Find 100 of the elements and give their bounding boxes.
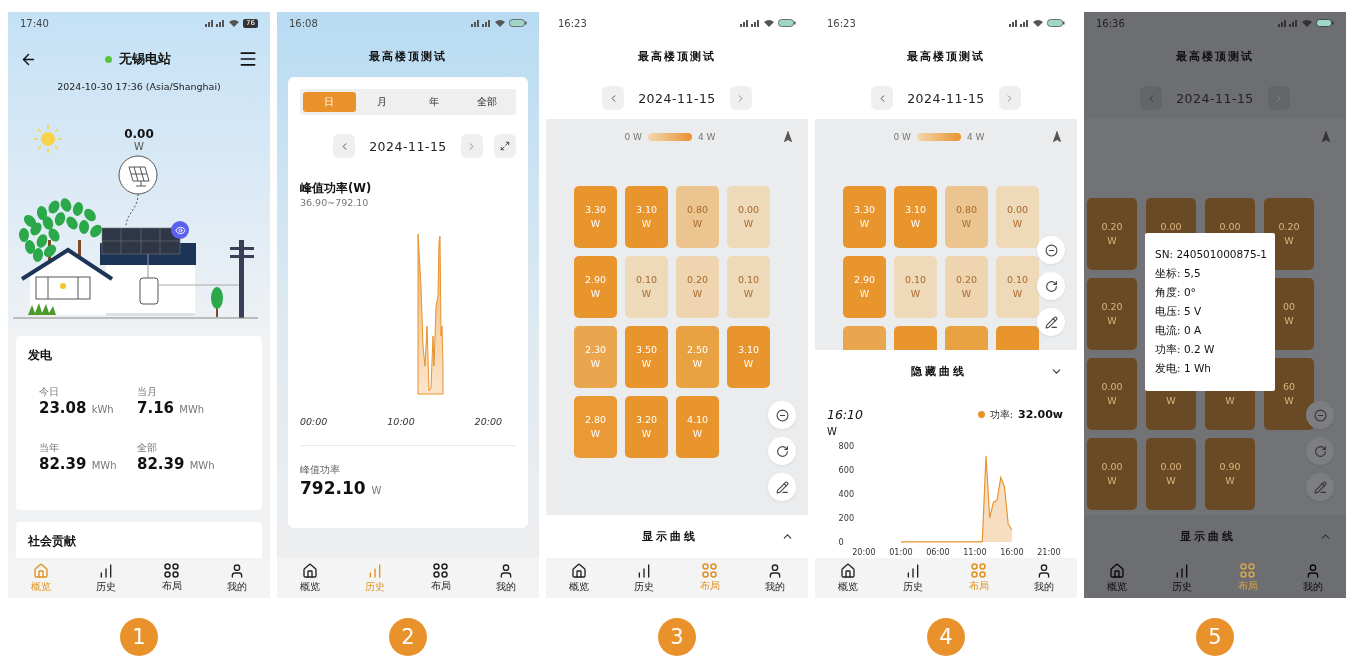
date-text: 2024-11-15 (1176, 90, 1254, 106)
axis-label: 10:00 (387, 416, 415, 427)
step-number: 3 (658, 618, 696, 656)
tile-value: 2.50 (686, 344, 709, 356)
tile-value: 0.00 (1101, 461, 1123, 473)
tile-value: 0.80 (686, 204, 709, 216)
tile-value: 00 (1282, 301, 1296, 313)
tile-value: 3.50 (635, 344, 658, 356)
tile-value: 0.00 (1101, 381, 1123, 393)
x-axis-label: 20:00 (852, 546, 876, 557)
step-number: 4 (927, 618, 965, 656)
status-time: 16:23 (827, 17, 856, 29)
scale-max: 4 W (967, 132, 985, 142)
y-axis-label: 800 (838, 440, 855, 451)
tile-unit: W (743, 218, 754, 230)
page-title: 最高楼顶测试 (906, 48, 986, 65)
status-time: 16:08 (289, 17, 318, 29)
tile-value: 0.10 (1006, 274, 1029, 286)
tile-value: 2.90 (853, 274, 876, 286)
tile-unit: W (743, 358, 754, 370)
power-value: 0.00 (124, 126, 154, 141)
tile-unit: W (692, 358, 703, 370)
tile-value: 3.30 (853, 204, 876, 216)
x-axis-label: 21:00 (1037, 546, 1061, 557)
stat-label: 当年 (39, 442, 60, 454)
chart-title: 峰值功率(W) (300, 180, 373, 196)
tile-unit: W (859, 218, 870, 230)
x-axis-label: 16:00 (1000, 546, 1024, 557)
y-axis-label: 200 (838, 512, 855, 523)
tile-unit: W (961, 218, 972, 230)
scale-min: 0 W (624, 132, 642, 142)
tile-value: 3.10 (737, 344, 760, 356)
info-line: 角度: 0° (1155, 285, 1197, 300)
tile-value: 0.20 (955, 274, 978, 286)
peak-label: 峰值功率 (300, 464, 341, 476)
tile-value: 0.00 (1006, 204, 1029, 216)
step-number: 2 (389, 618, 427, 656)
tile-unit: W (1225, 395, 1235, 407)
tile-unit: W (1107, 315, 1117, 327)
page-title: 最高楼顶测试 (1175, 48, 1255, 65)
tile-value: 0.00 (737, 204, 760, 216)
tile-value: 3.10 (635, 204, 658, 216)
x-axis-label: 06:00 (926, 546, 950, 557)
tile-value: 3.30 (584, 204, 607, 216)
tile-unit: W (1012, 218, 1023, 230)
x-axis-label: 11:00 (963, 546, 987, 557)
tile-unit: W (1225, 475, 1235, 487)
tile-value: 0.10 (904, 274, 927, 286)
date-text: 2024-11-15 (638, 90, 716, 106)
step-number: 1 (120, 618, 158, 656)
tile-unit: W (961, 288, 972, 300)
tile-value: 2.90 (584, 274, 607, 286)
tile-unit: W (692, 218, 703, 230)
tile-value: 0.10 (635, 274, 658, 286)
stat-value: 7.16 MWh (137, 398, 206, 419)
date-text: 2024-11-15 (907, 90, 985, 106)
tile-value: 0.80 (955, 204, 978, 216)
status-time: 16:36 (1096, 17, 1125, 29)
tile-unit: W (743, 288, 754, 300)
tile-unit: W (1107, 475, 1117, 487)
tile-value: 0.20 (1101, 301, 1123, 313)
page-title: 最高楼顶测试 (368, 48, 448, 65)
y-axis-label: 400 (838, 488, 855, 499)
y-axis-label: 0 (838, 536, 844, 547)
tile-unit: W (590, 288, 601, 300)
cursor-time: 16:10 (827, 407, 864, 423)
tile-unit: W (1284, 315, 1294, 327)
tile-unit: W (641, 218, 652, 230)
tile-unit: W (590, 358, 601, 370)
tile-unit: W (590, 428, 601, 440)
status-time: 17:40 (20, 17, 49, 29)
x-axis-label: 01:00 (889, 546, 913, 557)
tile-unit: W (692, 288, 703, 300)
date-text: 2024-11-15 (369, 138, 447, 154)
value-range: 36.90~792.10 (300, 196, 370, 210)
tile-value: 2.30 (584, 344, 607, 356)
tile-value: 0.20 (1278, 221, 1300, 233)
card-title: 社会贡献 (28, 534, 77, 548)
axis-label: 20:00 (474, 416, 502, 427)
tile-unit: W (1012, 288, 1023, 300)
scale-min: 0 W (893, 132, 911, 142)
card-title: 发电 (28, 348, 53, 362)
stat-label: 今日 (39, 386, 60, 398)
step-number: 5 (1196, 618, 1234, 656)
tile-unit: W (641, 358, 652, 370)
tile-value: 3.20 (635, 414, 658, 426)
legend-value: 32.00w (1018, 408, 1063, 422)
tile-value: 0.20 (686, 274, 709, 286)
tile-unit: W (1107, 235, 1117, 247)
stat-value: 82.39 MWh (39, 454, 118, 475)
tile-unit: W (1166, 395, 1176, 407)
stat-label: 当月 (137, 386, 158, 398)
tile-value: 0.20 (1101, 221, 1123, 233)
y-axis-label: 600 (838, 464, 855, 475)
tile-value: 3.10 (904, 204, 927, 216)
tile-value: 2.80 (584, 414, 607, 426)
tile-unit: W (692, 428, 703, 440)
tile-unit: W (641, 428, 652, 440)
axis-label: 00:00 (300, 416, 328, 427)
peak-value: 792.10 W (300, 477, 383, 500)
